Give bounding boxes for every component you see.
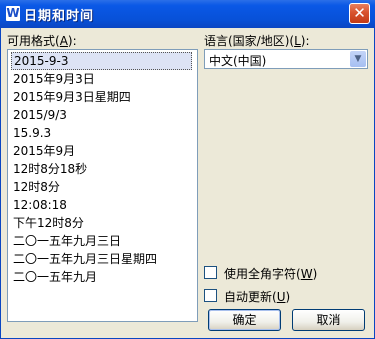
title-bar: W 日期和时间 ✕ [0,0,375,28]
fullwidth-accel-key: W [300,267,313,281]
fullwidth-checkbox[interactable] [204,266,217,279]
list-item[interactable]: 二〇一五年九月 [11,268,192,286]
list-item[interactable]: 2015年9月3日星期四 [11,88,192,106]
list-item[interactable]: 12时8分 [11,178,192,196]
list-item[interactable]: 15.9.3 [11,124,192,142]
autoupdate-checkbox-label: 自动更新(U) [224,290,291,304]
autoupdate-checkbox[interactable] [204,289,217,302]
list-item[interactable]: 12:08:18 [11,196,192,214]
word-app-icon: W [6,6,20,21]
list-item[interactable]: 下午12时8分 [11,214,192,232]
language-select[interactable]: 中文(中国) ▼ [204,49,368,69]
formats-label: 可用格式(A): [7,34,77,48]
autoupdate-accel-key: U [276,290,286,304]
list-item[interactable]: 2015-9-3 [11,52,192,70]
list-item[interactable]: 二〇一五年九月三日 [11,232,192,250]
close-icon: ✕ [353,4,366,22]
formats-label-text: 可用格式 [7,34,56,48]
list-item[interactable]: 2015/9/3 [11,106,192,124]
fullwidth-label-text: 使用全角字符 [224,267,297,281]
formats-accel-key: A [59,34,68,48]
autoupdate-label-text: 自动更新 [224,290,273,304]
dialog-title: 日期和时间 [24,9,95,24]
format-list[interactable]: 2015-9-3 2015年9月3日 2015年9月3日星期四 2015/9/3 15.… [7,49,198,322]
list-item[interactable]: 2015年9月3日 [11,70,192,88]
list-item[interactable]: 2015年9月 [11,142,192,160]
list-item[interactable]: 二〇一五年九月三日星期四 [11,250,192,268]
language-selected-value: 中文(中国) [209,54,267,68]
close-button[interactable]: ✕ [349,3,370,24]
list-item[interactable]: 12时8分18秒 [11,160,192,178]
fullwidth-checkbox-label: 使用全角字符(W) [224,267,318,281]
ok-button[interactable]: 确定 [208,309,281,331]
language-label: 语言(国家/地区)(L): [204,34,310,48]
language-label-text: 语言(国家/地区) [204,34,290,48]
chevron-down-icon[interactable]: ▼ [350,51,366,67]
dialog-body: 可用格式(A): 2015-9-3 2015年9月3日 2015年9月3日星期四 20… [0,28,375,339]
cancel-button[interactable]: 取消 [292,309,365,331]
language-accel-key: L [294,34,301,48]
